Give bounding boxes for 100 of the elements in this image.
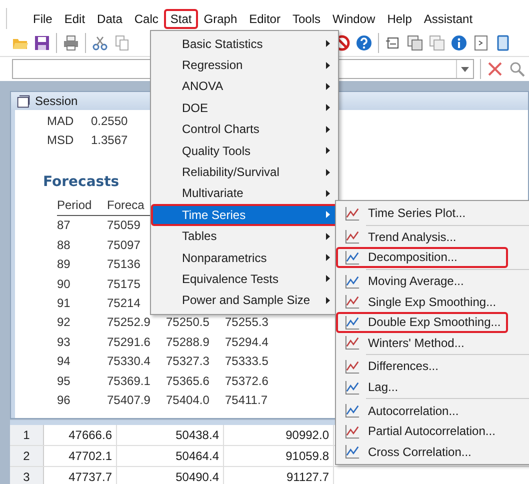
table-cell-text: 75175 bbox=[107, 276, 142, 293]
table-cell-text: 75333.5 bbox=[225, 353, 270, 370]
save-icon[interactable] bbox=[34, 34, 50, 50]
table-cell: 50438.4 bbox=[117, 425, 224, 445]
menu-item[interactable]: ANOVA bbox=[151, 76, 338, 98]
table-cell-text: 75330.4 bbox=[107, 353, 152, 370]
stat-label: MAD bbox=[47, 113, 75, 130]
session-icon bbox=[17, 94, 30, 108]
table-cell-text: 94 bbox=[57, 353, 72, 370]
menu-item[interactable]: Assistant bbox=[418, 8, 479, 28]
menu-item[interactable]: Moving Average... bbox=[336, 270, 508, 292]
menu-item[interactable]: Editor bbox=[243, 8, 286, 28]
notepad-icon[interactable] bbox=[495, 34, 511, 50]
menu-item[interactable]: Cross Correlation... bbox=[336, 442, 508, 462]
table-cell-text: 75288.9 bbox=[166, 334, 210, 351]
chart-icon bbox=[345, 250, 360, 265]
table-cell-text: 91 bbox=[57, 295, 72, 312]
menu-item[interactable]: Time Series Plot... bbox=[336, 203, 508, 224]
copy-icon[interactable] bbox=[114, 34, 130, 50]
chart-icon bbox=[345, 294, 360, 310]
table-cell-text: 75327.3 bbox=[166, 353, 210, 370]
scissors-icon[interactable] bbox=[92, 34, 108, 50]
submenu-arrow-icon bbox=[326, 254, 330, 262]
menu-item[interactable]: Multivariate bbox=[151, 182, 338, 204]
submenu-arrow-icon bbox=[326, 62, 330, 69]
menu-item[interactable]: Lag... bbox=[336, 376, 508, 398]
menu-item[interactable]: Winters' Method... bbox=[336, 332, 508, 354]
chart-icon bbox=[345, 403, 360, 418]
menu-item[interactable]: Calc bbox=[128, 8, 164, 28]
table-cell-text: 75097 bbox=[107, 236, 142, 254]
graphs-icon[interactable] bbox=[429, 34, 445, 50]
print-icon[interactable] bbox=[63, 34, 79, 50]
table-cell-text: 75407.9 bbox=[107, 392, 152, 410]
search-icon[interactable] bbox=[509, 61, 525, 77]
menu-item[interactable]: Help bbox=[381, 8, 418, 28]
menu-item[interactable]: Reliability/Survival bbox=[151, 161, 338, 183]
table-cell: 90992.0 bbox=[224, 425, 334, 445]
session-window-icon[interactable] bbox=[385, 34, 401, 50]
menu-item[interactable]: Single Exp Smoothing... bbox=[336, 291, 508, 312]
menu-item[interactable]: DOE bbox=[151, 97, 338, 119]
table-cell-text: 75365.6 bbox=[166, 372, 210, 390]
submenu-arrow-icon bbox=[326, 147, 330, 154]
table-cell: 50490.4 bbox=[117, 467, 224, 484]
menu-item[interactable]: File bbox=[27, 8, 58, 28]
submenu-arrow-icon bbox=[326, 126, 330, 133]
menu-item[interactable]: Control Charts bbox=[151, 118, 338, 140]
table-cell-text: 92 bbox=[57, 314, 72, 332]
close-icon[interactable] bbox=[487, 61, 503, 77]
window-title: Session bbox=[35, 94, 78, 108]
menu-item[interactable]: Autocorrelation... bbox=[336, 400, 508, 421]
help-icon[interactable] bbox=[356, 34, 372, 50]
submenu-arrow-icon bbox=[326, 275, 330, 282]
table-cell-text: 96 bbox=[57, 392, 72, 410]
menu-item[interactable]: Data bbox=[91, 8, 128, 28]
table-cell: 91127.7 bbox=[224, 467, 334, 484]
menu-item[interactable]: Power and Sample Size bbox=[151, 290, 338, 312]
submenu-arrow-icon bbox=[326, 190, 330, 197]
menu-item[interactable]: Edit bbox=[58, 8, 92, 28]
menu-item[interactable]: Window bbox=[326, 8, 382, 28]
chart-icon bbox=[345, 206, 360, 221]
table-cell-text: 75369.1 bbox=[107, 372, 152, 390]
menu-item[interactable]: Differences... bbox=[336, 356, 508, 377]
table-cell-text: 75255.3 bbox=[225, 314, 270, 332]
stat-value: 1.3567 bbox=[91, 132, 129, 149]
menu-item[interactable]: Nonparametrics bbox=[151, 246, 338, 268]
table-cell-text: 75294.4 bbox=[225, 334, 270, 351]
table-cell-text: 88 bbox=[57, 236, 72, 254]
dropdown-icon bbox=[461, 66, 469, 72]
menu-item[interactable]: Tools bbox=[286, 8, 326, 28]
chart-icon bbox=[345, 314, 360, 330]
table-cell-text: 89 bbox=[57, 256, 72, 274]
menu-item[interactable]: Graph bbox=[198, 8, 244, 28]
menu-item[interactable]: Trend Analysis... bbox=[336, 226, 508, 248]
menu-item[interactable]: Regression bbox=[151, 54, 338, 76]
table-cell-text: 75250.5 bbox=[166, 314, 210, 332]
submenu-arrow-icon bbox=[326, 82, 330, 90]
menu-item[interactable]: Double Exp Smoothing... bbox=[336, 312, 508, 333]
submenu-arrow-icon bbox=[326, 104, 330, 112]
row-number: 1 bbox=[10, 425, 44, 445]
menu-item[interactable]: Time Series bbox=[151, 204, 338, 226]
menu-item[interactable]: Stat bbox=[164, 8, 198, 28]
table-cell-text: 87 bbox=[57, 217, 72, 234]
menu-item[interactable]: Tables bbox=[151, 226, 338, 247]
menu-item[interactable]: Equivalence Tests bbox=[151, 268, 338, 290]
section-heading: Forecasts bbox=[43, 174, 120, 190]
table-cell-text: 75372.6 bbox=[225, 372, 270, 390]
table-cell-text: 75214 bbox=[107, 295, 142, 312]
chart-icon bbox=[345, 274, 360, 289]
menu-item[interactable]: Decomposition... bbox=[336, 247, 508, 268]
column-header: Period bbox=[57, 197, 93, 214]
menu-item[interactable]: Partial Autocorrelation... bbox=[336, 420, 508, 442]
chart-icon bbox=[345, 335, 360, 350]
table-cell-text: 75136 bbox=[107, 256, 142, 274]
menu-item[interactable]: Basic Statistics bbox=[151, 33, 338, 54]
worksheets-icon[interactable] bbox=[407, 34, 423, 50]
column-header: Foreca bbox=[107, 197, 146, 214]
menu-item[interactable]: Quality Tools bbox=[151, 140, 338, 162]
submenu-arrow-icon bbox=[326, 211, 330, 218]
chart-icon bbox=[345, 380, 360, 395]
info-icon[interactable] bbox=[451, 34, 467, 50]
